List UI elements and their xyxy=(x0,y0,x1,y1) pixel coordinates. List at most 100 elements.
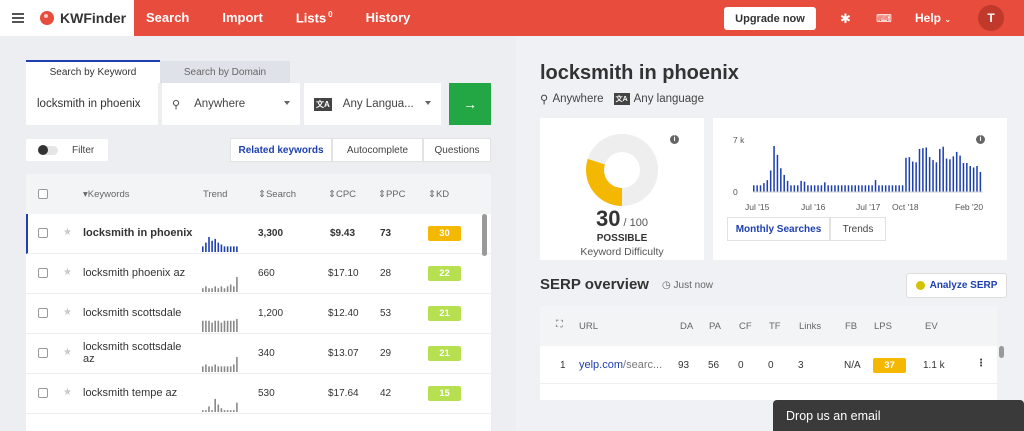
serp-row[interactable]: 1 yelp.com/searc... 93 56 0 0 3 N/A 37 1… xyxy=(540,346,997,384)
header-search[interactable]: ⇕Search xyxy=(258,189,296,200)
keyword-cell[interactable]: locksmith scottsdale xyxy=(83,307,193,319)
row-checkbox[interactable] xyxy=(38,348,48,358)
row-checkbox[interactable] xyxy=(38,268,48,278)
header-kd-label: KD xyxy=(435,189,450,200)
tab-search-by-keyword[interactable]: Search by Keyword xyxy=(26,60,160,83)
header-keywords[interactable]: ▾Keywords xyxy=(83,189,130,200)
chart-bar xyxy=(864,185,867,192)
header-kd[interactable]: ⇕KD xyxy=(428,189,449,200)
table-header: ▾Keywords Trend ⇕Search ⇕CPC ⇕PPC ⇕KD xyxy=(26,174,491,214)
table-row[interactable]: ★ locksmith scottsdale az 340 $13.07 29 … xyxy=(26,334,491,374)
filter-toggle[interactable]: Filter xyxy=(26,139,108,161)
keyword-input[interactable]: locksmith in phoenix xyxy=(26,83,158,125)
chart-bar xyxy=(766,180,769,192)
sort-icon: ⇕ xyxy=(428,189,436,200)
keyword-cell[interactable]: locksmith in phoenix xyxy=(83,227,193,239)
caret-down-icon xyxy=(284,101,290,105)
serp-url[interactable]: yelp.com/searc... xyxy=(579,359,662,371)
chart-bar xyxy=(928,157,931,192)
kd-label: POSSIBLE xyxy=(596,233,648,244)
sparkline-bar xyxy=(220,408,223,412)
tab-search-by-domain[interactable]: Search by Domain xyxy=(160,61,290,84)
nav-history[interactable]: History xyxy=(366,10,411,25)
chart-bar xyxy=(844,185,846,192)
location-pin-icon: ⚲ xyxy=(172,98,181,111)
chart-bar xyxy=(759,185,762,192)
nav-lists[interactable]: Lists 0 xyxy=(296,10,333,25)
chart-bar xyxy=(780,168,782,192)
star-icon[interactable]: ★ xyxy=(63,347,72,358)
header-cpc-label: CPC xyxy=(335,189,357,200)
header-ppc[interactable]: ⇕PPC xyxy=(378,189,406,200)
row-checkbox[interactable] xyxy=(38,308,48,318)
tab-questions[interactable]: Questions xyxy=(423,138,491,162)
nav-search[interactable]: Search xyxy=(146,10,189,25)
header-cpc[interactable]: ⇕CPC xyxy=(328,189,356,200)
sparkline-bar xyxy=(233,286,235,292)
header-lps: LPS xyxy=(874,321,892,332)
location-pin-icon: ⚲ xyxy=(540,94,549,106)
chart-bar xyxy=(786,180,789,192)
star-icon[interactable]: ★ xyxy=(63,307,72,318)
header-ev: EV xyxy=(925,321,938,332)
lists-badge: 0 xyxy=(328,10,333,20)
sparkline-bar xyxy=(214,238,216,252)
kd-badge: 22 xyxy=(428,266,461,281)
menu-icon[interactable] xyxy=(12,13,24,23)
chart-bar xyxy=(901,185,904,192)
keyword-meta: ⚲ Anywhere 文A Any language xyxy=(540,92,704,106)
sparkline-bar xyxy=(214,364,216,372)
analyze-serp-button[interactable]: Analyze SERP xyxy=(906,273,1007,298)
tab-autocomplete[interactable]: Autocomplete xyxy=(332,138,423,162)
table-row[interactable]: ★ locksmith phoenix az 660 $17.10 28 22 xyxy=(26,254,491,294)
drop-email-widget[interactable]: Drop us an email xyxy=(773,400,1024,431)
table-row[interactable]: ★ locksmith tempe az 530 $17.64 42 15 xyxy=(26,374,491,414)
sparkline-bar xyxy=(208,406,210,412)
trend-sparkline xyxy=(202,237,238,252)
table-row[interactable]: ★ locksmith scottsdale 1,200 $12.40 53 2… xyxy=(26,294,491,334)
keyword-cell[interactable]: locksmith tempe az xyxy=(83,387,193,399)
ppc-value: 28 xyxy=(380,268,392,279)
toggle-switch[interactable] xyxy=(38,144,58,155)
header-da: DA xyxy=(680,321,694,332)
more-vertical-icon[interactable]: ⋮ xyxy=(976,358,986,369)
help-menu[interactable]: Help ⌄ xyxy=(915,11,951,25)
star-icon[interactable]: ★ xyxy=(63,267,72,278)
expand-icon[interactable]: ⛶ xyxy=(556,319,563,330)
left-panel: Search by Keyword Search by Domain locks… xyxy=(0,36,516,431)
location-select[interactable]: ⚲ Anywhere xyxy=(162,83,300,125)
serp-scrollbar[interactable] xyxy=(999,346,1004,358)
nav-import[interactable]: Import xyxy=(222,10,262,25)
analyze-icon xyxy=(915,281,925,290)
select-all-checkbox[interactable] xyxy=(38,189,48,199)
row-checkbox[interactable] xyxy=(38,228,48,238)
avatar[interactable]: T xyxy=(978,5,1004,31)
gear-icon[interactable]: ✱ xyxy=(840,11,851,27)
tab-monthly-searches[interactable]: Monthly Searches xyxy=(727,217,830,241)
tab-trends[interactable]: Trends xyxy=(830,217,886,241)
row-checkbox[interactable] xyxy=(38,388,48,398)
star-icon[interactable]: ★ xyxy=(63,387,72,398)
kwfinder-logo-icon xyxy=(40,11,54,25)
sparkline-bar xyxy=(202,366,204,372)
sparkline-bar xyxy=(236,246,238,252)
table-scrollbar[interactable] xyxy=(482,214,487,256)
keyword-cell[interactable]: locksmith scottsdale az xyxy=(83,341,193,365)
sparkline-bar xyxy=(211,240,213,252)
keyword-cell[interactable]: locksmith phoenix az xyxy=(83,267,193,279)
sparkline-bar xyxy=(226,286,229,292)
table-row[interactable]: ★ locksmith in phoenix 3,300 $9.43 73 30 xyxy=(26,214,491,254)
cpc-value: $13.07 xyxy=(328,348,359,359)
upgrade-button[interactable]: Upgrade now xyxy=(724,7,816,30)
star-icon[interactable]: ★ xyxy=(63,227,72,238)
keyboard-icon[interactable]: ⌨ xyxy=(876,12,892,25)
cpc-value: $12.40 xyxy=(328,308,359,319)
tab-related-keywords[interactable]: Related keywords xyxy=(230,138,332,162)
header-trend: Trend xyxy=(203,189,228,200)
header-fb: FB xyxy=(845,321,858,332)
clock-icon: ◷ xyxy=(662,280,671,291)
language-select[interactable]: 文A Any Langua... xyxy=(304,83,441,125)
logo-text[interactable]: KWFinder xyxy=(60,10,126,26)
chart-bar xyxy=(861,185,863,192)
search-go-button[interactable]: → xyxy=(449,83,491,125)
